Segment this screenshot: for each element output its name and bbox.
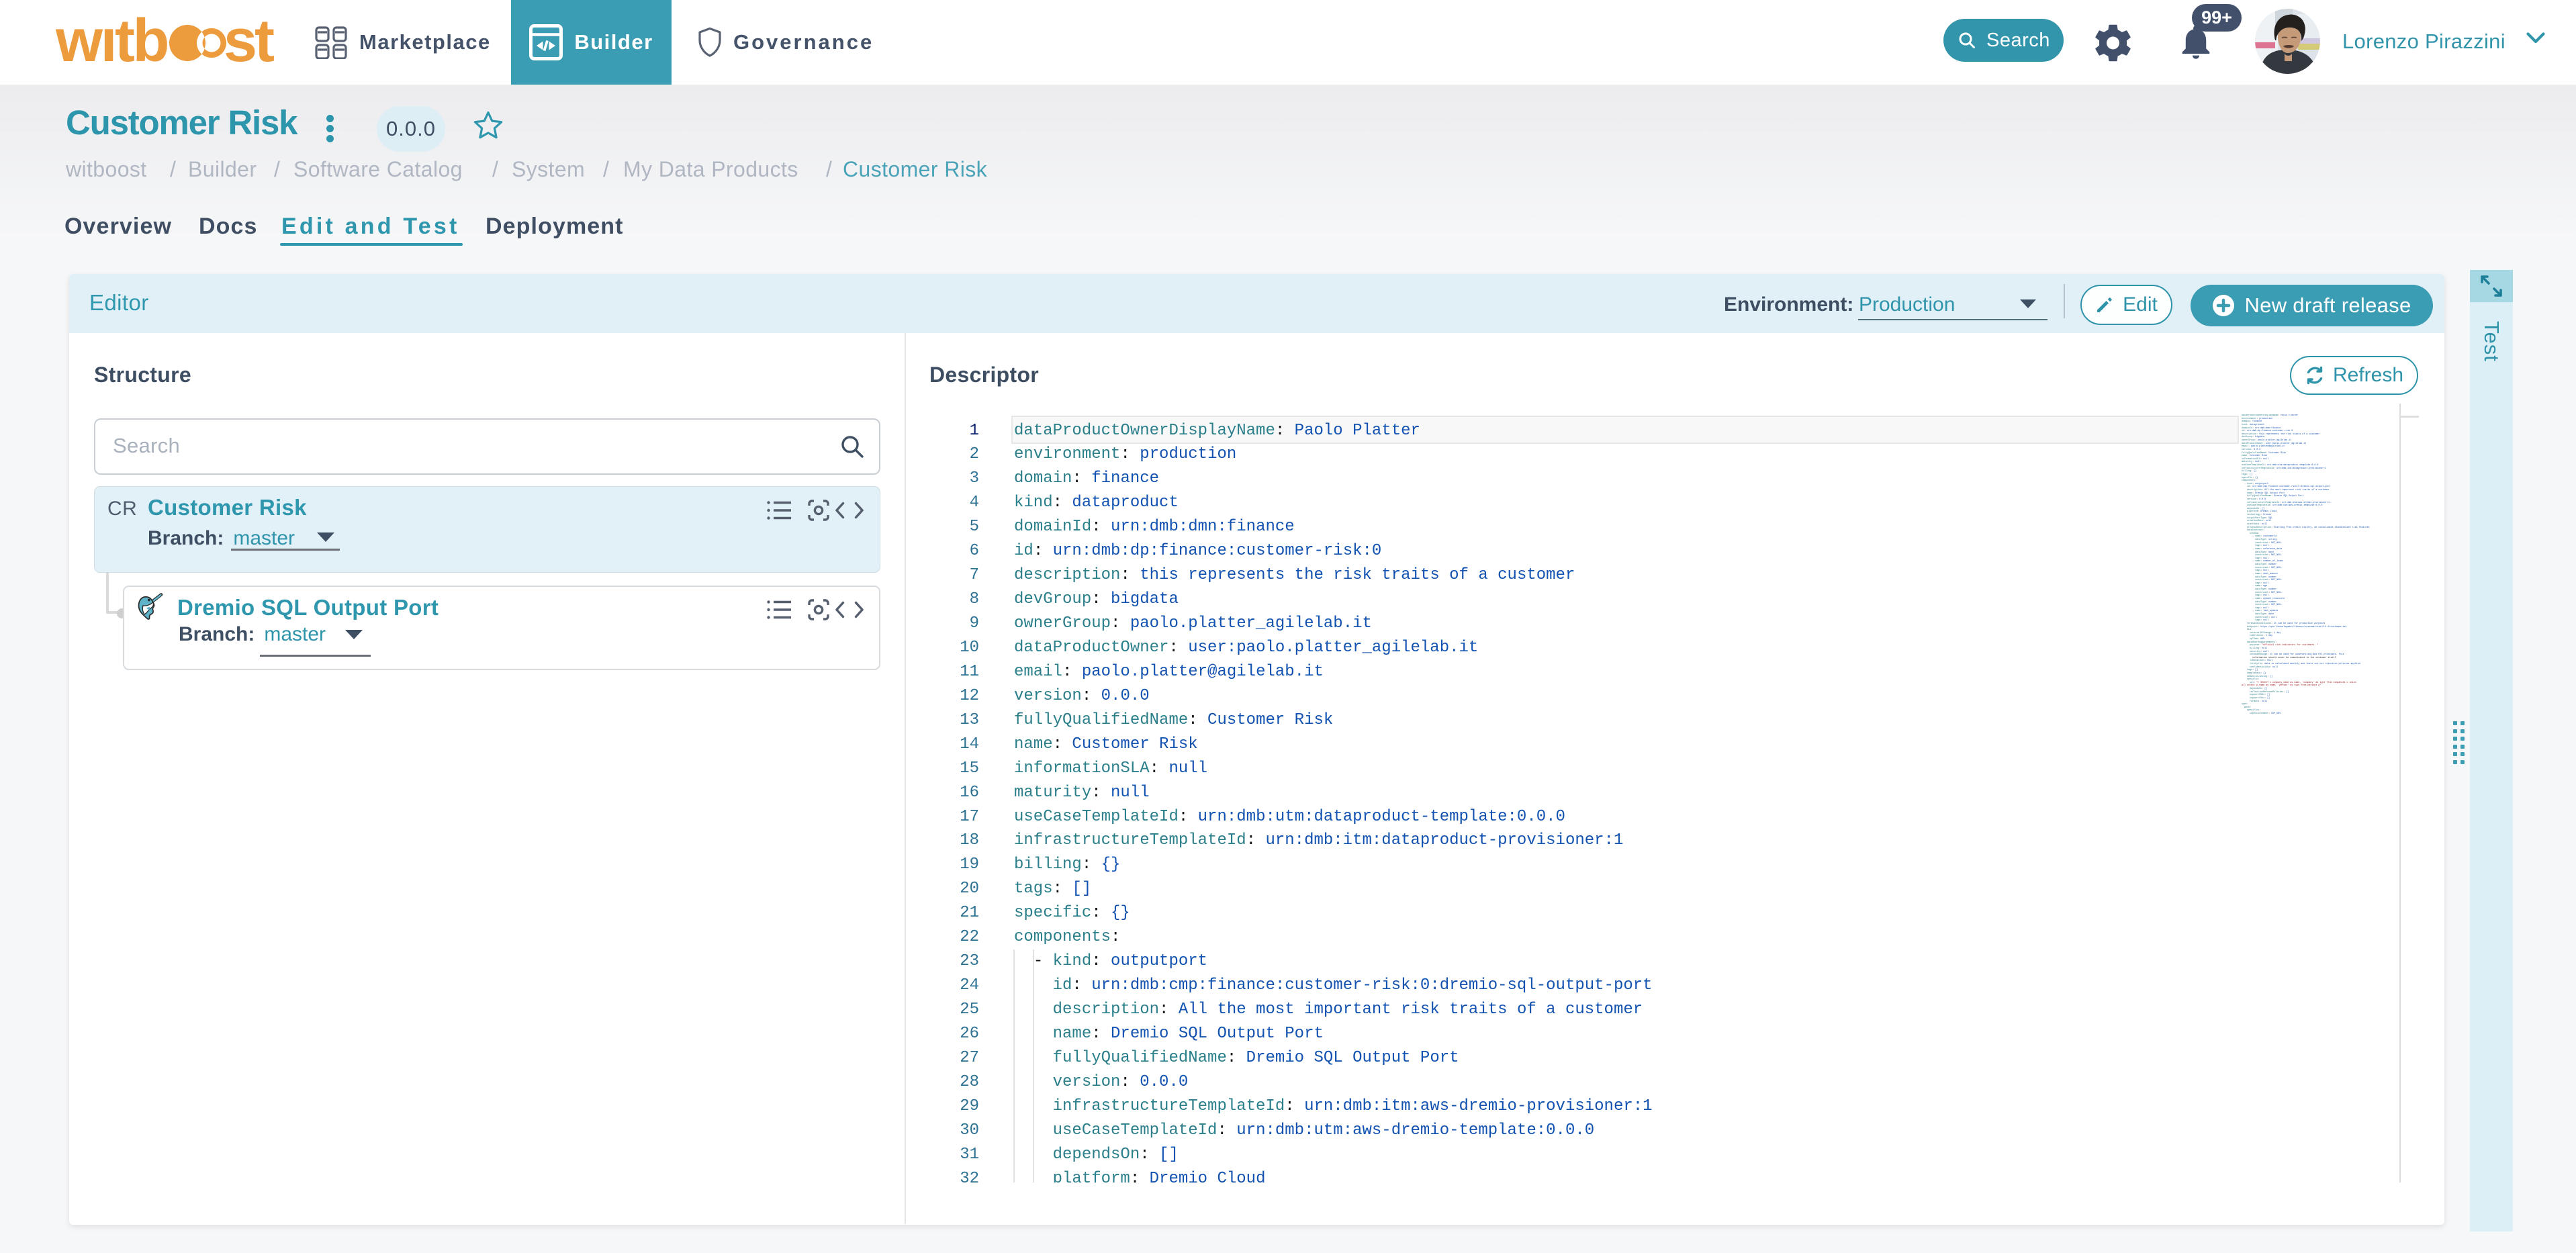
svg-text:st: st xyxy=(224,7,274,73)
svg-text:wıtb: wıtb xyxy=(56,7,167,73)
